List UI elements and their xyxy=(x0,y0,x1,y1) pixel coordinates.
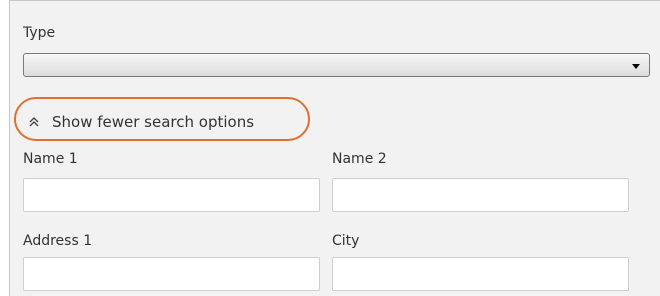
search-options-panel: Type Show fewer search options Name 1 Na… xyxy=(9,0,660,296)
show-fewer-search-options-toggle[interactable]: Show fewer search options xyxy=(23,107,254,137)
address1-field[interactable] xyxy=(23,257,320,291)
double-chevron-up-icon xyxy=(29,117,39,127)
type-label: Type xyxy=(23,25,56,41)
dropdown-arrow-icon xyxy=(632,64,640,69)
name2-field[interactable] xyxy=(332,178,629,212)
address1-label: Address 1 xyxy=(23,233,93,249)
city-label: City xyxy=(332,233,360,249)
name1-label: Name 1 xyxy=(23,151,78,167)
name1-field[interactable] xyxy=(23,178,320,212)
toggle-label: Show fewer search options xyxy=(52,113,255,131)
name2-label: Name 2 xyxy=(332,151,387,167)
city-field[interactable] xyxy=(332,257,629,291)
type-select[interactable] xyxy=(23,53,650,77)
